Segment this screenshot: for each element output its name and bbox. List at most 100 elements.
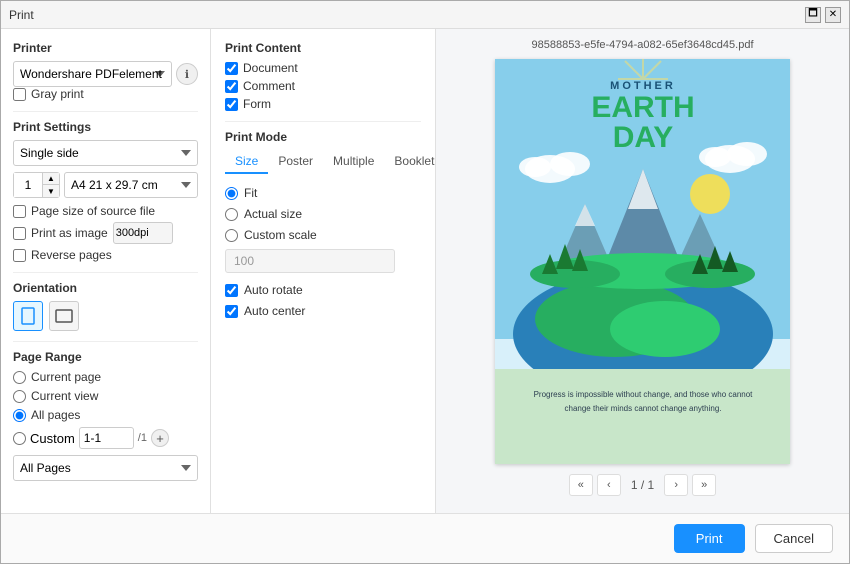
title-controls: 🗖 ✕	[805, 7, 841, 23]
fit-label: Fit	[244, 186, 257, 200]
orientation-section: Orientation	[13, 281, 198, 331]
gray-print-label: Gray print	[31, 87, 84, 101]
svg-text:Progress is impossible without: Progress is impossible without change, a…	[534, 390, 754, 399]
dpi-select[interactable]: 300dpi	[113, 222, 173, 244]
custom-scale-radio[interactable]	[225, 229, 238, 242]
current-view-radio[interactable]	[13, 390, 26, 403]
printer-select[interactable]: Wondershare PDFelement	[13, 61, 172, 87]
reverse-pages-row: Reverse pages	[13, 248, 198, 262]
comment-checkbox[interactable]	[225, 80, 238, 93]
current-page-radio[interactable]	[13, 371, 26, 384]
sides-select[interactable]: Single side	[13, 140, 198, 166]
comment-row: Comment	[225, 79, 421, 93]
document-checkbox[interactable]	[225, 62, 238, 75]
printer-row: Wondershare PDFelement ℹ	[13, 61, 198, 87]
paper-size-select[interactable]: A4 21 x 29.7 cm	[64, 172, 198, 198]
actual-size-radio[interactable]	[225, 208, 238, 221]
all-pages-radio[interactable]	[13, 409, 26, 422]
portrait-button[interactable]	[13, 301, 43, 331]
print-settings-section: Print Settings Single side ▲ ▼ A4 21 x 2…	[13, 120, 198, 262]
print-content-label: Print Content	[225, 41, 421, 55]
copies-up-button[interactable]: ▲	[43, 173, 59, 185]
left-panel: Printer Wondershare PDFelement ℹ Gray pr…	[1, 29, 211, 513]
auto-rotate-option: Auto rotate	[225, 283, 421, 297]
printer-info-button[interactable]: ℹ	[176, 63, 198, 85]
copies-stepper[interactable]: ▲ ▼	[13, 172, 60, 198]
add-page-button[interactable]: +	[151, 429, 169, 447]
preview-container: MOTHER EARTH DAY	[495, 59, 790, 464]
comment-label: Comment	[243, 79, 295, 93]
custom-label: Custom	[30, 431, 75, 446]
divider-3	[13, 341, 198, 342]
all-pages-row: All pages	[13, 408, 198, 422]
actual-size-option: Actual size	[225, 207, 421, 221]
fit-option: Fit	[225, 186, 421, 200]
auto-center-label: Auto center	[244, 304, 305, 318]
next-page-button[interactable]: ›	[664, 474, 688, 496]
pages-filter-select[interactable]: All Pages	[13, 455, 198, 481]
print-mode-tabs: Size Poster Multiple Booklet	[225, 150, 421, 174]
printer-section: Printer Wondershare PDFelement ℹ Gray pr…	[13, 41, 198, 101]
copies-input[interactable]	[14, 173, 42, 197]
print-as-image-label: Print as image	[31, 226, 108, 240]
tab-multiple[interactable]: Multiple	[323, 150, 384, 174]
first-page-button[interactable]: «	[569, 474, 593, 496]
custom-pages-input[interactable]: 1-1	[79, 427, 134, 449]
print-as-image-checkbox[interactable]	[13, 227, 26, 240]
gray-print-checkbox[interactable]	[13, 88, 26, 101]
all-pages-label: All pages	[31, 408, 80, 422]
bottom-bar: Print Cancel	[1, 513, 849, 563]
document-row: Document	[225, 61, 421, 75]
divider-2	[13, 272, 198, 273]
print-content-section: Print Content Document Comment Form	[225, 41, 421, 111]
tab-size[interactable]: Size	[225, 150, 268, 174]
reverse-pages-checkbox[interactable]	[13, 249, 26, 262]
page-indicator: 1 / 1	[625, 478, 660, 492]
tab-poster[interactable]: Poster	[268, 150, 323, 174]
scale-input[interactable]: 100	[225, 249, 395, 273]
prev-page-button[interactable]: ‹	[597, 474, 621, 496]
stepper-buttons: ▲ ▼	[42, 173, 59, 197]
print-dialog: Print 🗖 ✕ Printer Wondershare PDFelement…	[0, 0, 850, 564]
current-view-row: Current view	[13, 389, 198, 403]
landscape-button[interactable]	[49, 301, 79, 331]
auto-rotate-checkbox[interactable]	[225, 284, 238, 297]
printer-label: Printer	[13, 41, 198, 55]
minimize-button[interactable]: 🗖	[805, 7, 821, 23]
close-button[interactable]: ✕	[825, 7, 841, 23]
form-checkbox[interactable]	[225, 98, 238, 111]
portrait-icon	[21, 307, 35, 325]
page-size-source-row: Page size of source file	[13, 204, 198, 218]
print-button[interactable]: Print	[674, 524, 745, 553]
pagination: « ‹ 1 / 1 › »	[569, 474, 716, 496]
poster-preview: MOTHER EARTH DAY	[495, 59, 790, 464]
auto-center-checkbox[interactable]	[225, 305, 238, 318]
orientation-buttons	[13, 301, 198, 331]
print-mode-section: Print Mode Size Poster Multiple Booklet …	[225, 130, 421, 318]
orientation-label: Orientation	[13, 281, 198, 295]
preview-panel: 98588853-e5fe-4794-a082-65ef3648cd45.pdf	[436, 29, 849, 513]
preview-filename: 98588853-e5fe-4794-a082-65ef3648cd45.pdf	[531, 39, 753, 51]
print-mode-label: Print Mode	[225, 130, 421, 144]
cancel-button[interactable]: Cancel	[755, 524, 833, 553]
custom-scale-label: Custom scale	[244, 228, 317, 242]
title-bar: Print 🗖 ✕	[1, 1, 849, 29]
svg-text:change their minds cannot chan: change their minds cannot change anythin…	[565, 404, 722, 413]
form-label: Form	[243, 97, 271, 111]
page-total-label: /1	[138, 432, 147, 444]
current-page-row: Current page	[13, 370, 198, 384]
landscape-icon	[55, 309, 73, 323]
custom-radio[interactable]	[13, 432, 26, 445]
auto-rotate-label: Auto rotate	[244, 283, 303, 297]
divider-4	[225, 121, 421, 122]
auto-center-option: Auto center	[225, 304, 421, 318]
copies-row: ▲ ▼ A4 21 x 29.7 cm	[13, 172, 198, 198]
page-size-source-checkbox[interactable]	[13, 205, 26, 218]
copies-down-button[interactable]: ▼	[43, 185, 59, 197]
page-size-source-label: Page size of source file	[31, 204, 155, 218]
current-view-label: Current view	[31, 389, 98, 403]
last-page-button[interactable]: »	[692, 474, 716, 496]
fit-radio[interactable]	[225, 187, 238, 200]
svg-text:EARTH: EARTH	[591, 91, 694, 124]
svg-text:DAY: DAY	[613, 121, 674, 154]
